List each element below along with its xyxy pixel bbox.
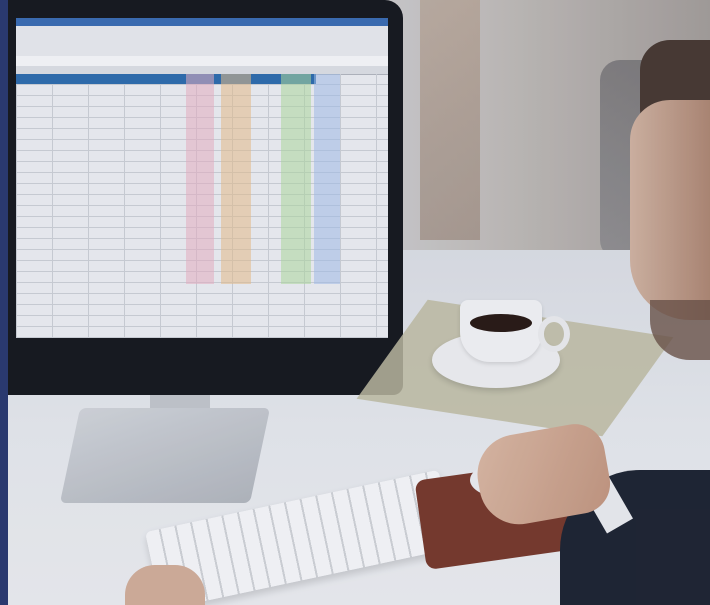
accent-strip [0,0,8,605]
spreadsheet-title-bar [16,18,388,26]
ribbon-tabs [16,26,388,30]
background-cabinet [420,0,480,240]
coffee [470,314,532,332]
column-band-green [281,74,311,284]
monitor-icon [8,0,403,395]
cup-handle [538,316,570,352]
spreadsheet-screen [16,18,388,338]
spreadsheet-ribbon [16,18,388,57]
column-band-pink [186,74,214,284]
column-band-blue [314,74,340,284]
column-band-orange [221,74,251,284]
monitor-stand [59,408,271,503]
left-hand [125,565,205,605]
person-head [630,100,710,320]
spreadsheet-header-row [16,74,316,84]
photo-scene [0,0,710,605]
